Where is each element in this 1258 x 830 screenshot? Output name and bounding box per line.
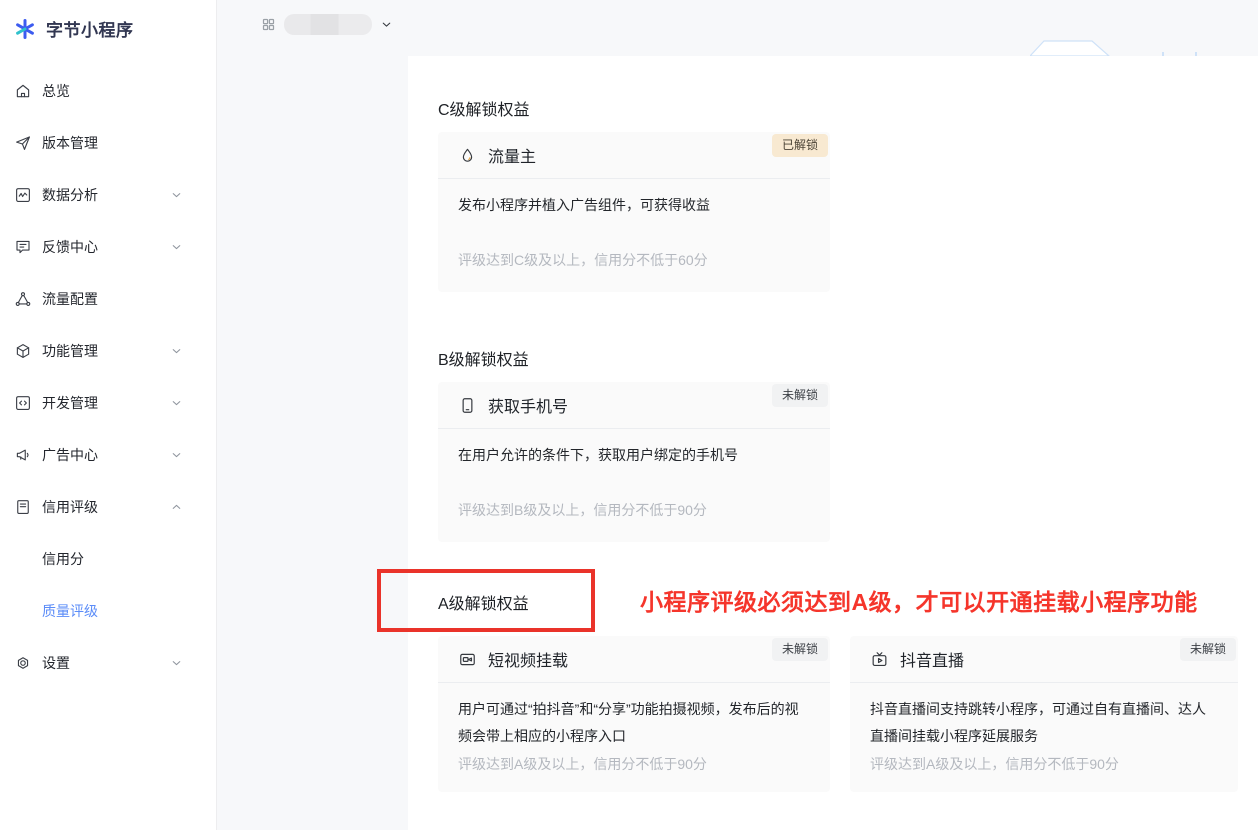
account-selector[interactable] <box>261 14 393 35</box>
card-description: 在用户允许的条件下，获取用户绑定的手机号 <box>438 429 830 500</box>
droplet-icon <box>458 146 477 165</box>
card-description: 用户可通过“拍抖音”和“分享”功能拍摄视频，发布后的视频会带上相应的小程序入口 <box>438 683 830 754</box>
card-requirement: 评级达到B级及以上，信用分不低于90分 <box>438 500 830 542</box>
card-requirement: 评级达到C级及以上，信用分不低于60分 <box>438 250 830 292</box>
benefit-card-traffic-owner: 流量主 已解锁 发布小程序并植入广告组件，可获得收益 评级达到C级及以上，信用分… <box>438 132 830 292</box>
sidebar-item-overview[interactable]: 总览 <box>0 65 216 117</box>
sidebar-item-feedback[interactable]: 反馈中心 <box>0 221 216 273</box>
card-header: 获取手机号 未解锁 <box>438 382 830 429</box>
sidebar-item-label: 流量配置 <box>42 289 98 309</box>
card-header: 流量主 已解锁 <box>438 132 830 179</box>
card-description: 抖音直播间支持跳转小程序，可通过自有直播间、达人直播间挂载小程序延展服务 <box>850 683 1238 754</box>
apps-grid-icon <box>261 17 276 32</box>
sidebar-item-analytics[interactable]: 数据分析 <box>0 169 216 221</box>
sidebar-item-label: 功能管理 <box>42 341 98 361</box>
sidebar-item-version[interactable]: 版本管理 <box>0 117 216 169</box>
app-title: 字节小程序 <box>46 16 134 41</box>
chevron-down-icon <box>170 345 183 358</box>
sidebar-item-label: 总览 <box>42 81 70 101</box>
account-name-redacted <box>284 14 372 35</box>
bytedance-mini-program-logo-icon <box>13 17 37 41</box>
share-nodes-icon <box>14 290 32 308</box>
card-description: 发布小程序并植入广告组件，可获得收益 <box>438 179 830 250</box>
card-title: 流量主 <box>488 143 536 167</box>
sidebar-item-label: 信用评级 <box>42 497 98 517</box>
card-title: 抖音直播 <box>900 647 964 671</box>
feedback-icon <box>14 238 32 256</box>
cutoff-panel-notch <box>1030 40 1110 56</box>
main-panel: C级解锁权益 流量主 已解锁 发布小程序并植入广告组件，可获得收益 评级达到C级… <box>408 56 1258 830</box>
home-icon <box>14 82 32 100</box>
cutoff-artifact <box>1162 52 1164 56</box>
card-title: 短视频挂载 <box>488 647 568 671</box>
cutoff-artifact <box>1195 52 1197 56</box>
code-icon <box>14 394 32 412</box>
live-tv-icon <box>870 650 889 669</box>
video-camera-icon <box>458 650 477 669</box>
gear-icon <box>14 654 32 672</box>
status-badge: 已解锁 <box>772 134 828 157</box>
sidebar-item-feature-mgmt[interactable]: 功能管理 <box>0 325 216 377</box>
sidebar-item-label: 开发管理 <box>42 393 98 413</box>
sidebar-subitem-quality-rating[interactable]: 质量评级 <box>0 585 216 637</box>
chevron-down-icon <box>170 189 183 202</box>
sidebar-subitem-credit-score[interactable]: 信用分 <box>0 533 216 585</box>
phone-icon <box>458 396 477 415</box>
document-icon <box>14 498 32 516</box>
top-bar <box>217 0 1258 56</box>
chevron-down-icon <box>170 397 183 410</box>
benefit-card-short-video-mount: 短视频挂载 未解锁 用户可通过“拍抖音”和“分享”功能拍摄视频，发布后的视频会带… <box>438 636 830 792</box>
megaphone-icon <box>14 446 32 464</box>
sidebar-item-ad-center[interactable]: 广告中心 <box>0 429 216 481</box>
benefit-card-douyin-live: 抖音直播 未解锁 抖音直播间支持跳转小程序，可通过自有直播间、达人直播间挂载小程… <box>850 636 1238 792</box>
card-title: 获取手机号 <box>488 393 568 417</box>
status-badge: 未解锁 <box>1180 638 1236 661</box>
sidebar-item-credit-rating[interactable]: 信用评级 <box>0 481 216 533</box>
app-logo[interactable]: 字节小程序 <box>0 0 216 44</box>
chevron-down-icon <box>170 449 183 462</box>
card-header: 短视频挂载 未解锁 <box>438 636 830 683</box>
section-heading-c: C级解锁权益 <box>438 96 530 120</box>
sidebar-item-label: 数据分析 <box>42 185 98 205</box>
status-badge: 未解锁 <box>772 638 828 661</box>
status-badge: 未解锁 <box>772 384 828 407</box>
sidebar-item-settings[interactable]: 设置 <box>0 637 216 689</box>
chart-icon <box>14 186 32 204</box>
card-requirement: 评级达到A级及以上，信用分不低于90分 <box>438 754 830 792</box>
sidebar-item-traffic-config[interactable]: 流量配置 <box>0 273 216 325</box>
card-header: 抖音直播 未解锁 <box>850 636 1238 683</box>
chevron-down-icon <box>170 241 183 254</box>
sidebar-menu: 总览 版本管理 数据分析 <box>0 65 216 689</box>
send-icon <box>14 134 32 152</box>
sidebar-item-label: 版本管理 <box>42 133 98 153</box>
annotation-text: 小程序评级必须达到A级，才可以开通挂载小程序功能 <box>640 583 1198 617</box>
annotation-highlight-box <box>377 569 595 632</box>
sidebar-item-label: 质量评级 <box>42 601 98 621</box>
sidebar-item-label: 广告中心 <box>42 445 98 465</box>
chevron-down-icon <box>170 657 183 670</box>
sidebar-item-dev-mgmt[interactable]: 开发管理 <box>0 377 216 429</box>
sidebar-item-label: 设置 <box>42 653 70 673</box>
chevron-up-icon <box>170 501 183 514</box>
section-heading-b: B级解锁权益 <box>438 346 529 370</box>
chevron-down-icon <box>380 18 393 31</box>
sidebar-item-label: 反馈中心 <box>42 237 98 257</box>
card-requirement: 评级达到A级及以上，信用分不低于90分 <box>850 754 1238 792</box>
benefit-card-phone-number: 获取手机号 未解锁 在用户允许的条件下，获取用户绑定的手机号 评级达到B级及以上… <box>438 382 830 542</box>
cube-icon <box>14 342 32 360</box>
sidebar: 字节小程序 总览 版本管理 数据分析 <box>0 0 217 830</box>
sidebar-item-label: 信用分 <box>42 549 84 569</box>
